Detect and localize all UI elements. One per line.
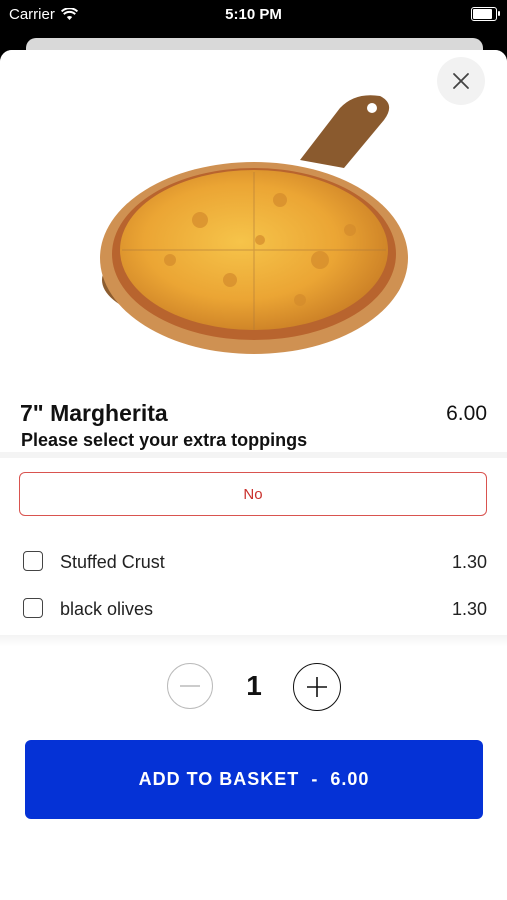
status-bar: Carrier 5:10 PM [0,0,507,30]
quantity-value: 1 [246,670,262,701]
topping-checkbox[interactable] [23,551,43,571]
option-no-button[interactable]: No [19,472,487,516]
decrease-quantity-button[interactable] [167,663,213,709]
section-divider [0,635,507,647]
increase-quantity-button[interactable] [293,663,341,711]
topping-checkbox[interactable] [23,598,43,618]
product-name: 7" Margherita [20,400,168,426]
add-to-basket-separator: - [311,769,319,789]
topping-row[interactable]: Stuffed Crust 1.30 [0,545,507,581]
close-icon [453,73,469,89]
product-image [0,50,507,380]
topping-label: black olives [60,599,154,619]
topping-label: Stuffed Crust [60,552,165,572]
close-button[interactable] [437,57,485,105]
minus-icon [180,685,200,687]
battery-icon [471,7,500,21]
pizza-image [100,95,408,354]
topping-row[interactable]: black olives 1.30 [0,592,507,628]
add-to-basket-button[interactable]: ADD TO BASKET - 6.00 [25,740,483,819]
status-time: 5:10 PM [225,6,282,23]
battery-level [473,9,492,19]
options-title: Please select your extra toppings [21,430,308,450]
plus-icon [307,677,327,697]
topping-price: 1.30 [451,599,487,619]
product-price: 6.00 [446,402,487,425]
add-to-basket-price: 6.00 [330,769,370,789]
add-to-basket-label: ADD TO BASKET [138,769,300,789]
topping-price: 1.30 [451,552,487,572]
